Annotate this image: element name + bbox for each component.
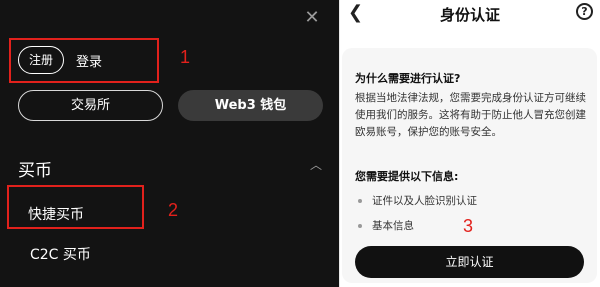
list-item: 证件以及人脸识别认证 (358, 193, 477, 208)
question-body: 根据当地法律法规，您需要完成身份认证方可继续使用我们的服务。这将有助于防止他人冒… (355, 92, 586, 138)
menu-item-c2c-buy[interactable]: C2C 买币 (30, 244, 91, 264)
chevron-up-icon[interactable]: ︿ (310, 156, 322, 173)
bullet-icon (358, 224, 362, 228)
web3-wallet-button[interactable]: Web3 钱包 (178, 90, 323, 121)
buy-crypto-section-title[interactable]: 买币 (18, 156, 52, 181)
annotation-number-3: 3 (463, 216, 474, 236)
list-item-label: 基本信息 (372, 220, 414, 232)
bullet-icon (358, 199, 362, 203)
annotation-number-2: 2 (168, 200, 179, 220)
verification-page: ❮ 身份认证 ? 为什么需要进行认证? 根据当地法律法规，您需要完成身份认证方可… (340, 0, 600, 287)
exchange-button[interactable]: 交易所 (18, 90, 163, 121)
annotation-box-2 (7, 185, 144, 229)
page-title: 身份认证 (439, 6, 500, 24)
list-item: 基本信息 (358, 218, 414, 233)
question-title: 为什么需要进行认证? (355, 72, 461, 85)
verify-now-button[interactable]: 立即认证 (355, 246, 584, 278)
annotation-box-1 (9, 38, 159, 83)
annotation-number-1: 1 (180, 47, 191, 67)
help-icon[interactable]: ? (576, 3, 593, 20)
list-item-label: 证件以及人脸识别认证 (372, 195, 477, 207)
close-icon[interactable]: ✕ (302, 8, 322, 28)
required-info-title: 您需要提供以下信息: (355, 170, 459, 183)
